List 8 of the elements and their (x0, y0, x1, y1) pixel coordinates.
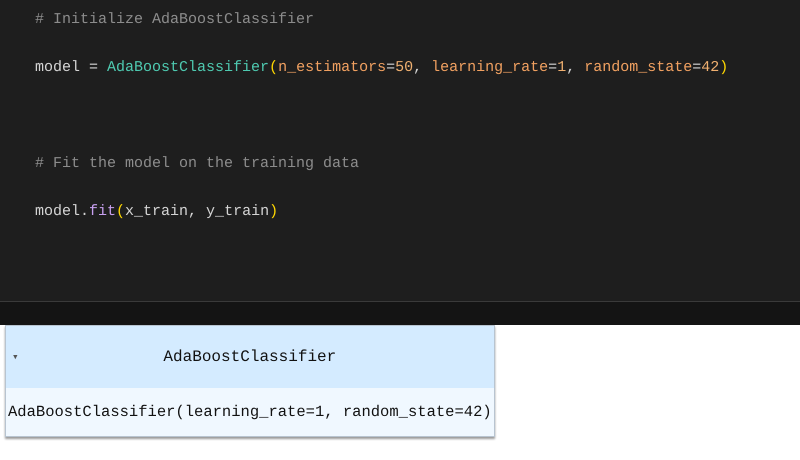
code-line: model = AdaBoostClassifier(n_estimators=50, learning_rate=1, random_state=42) (35, 59, 728, 76)
code-line: model.fit(x_train, y_train) (35, 203, 278, 220)
code-comment: # Initialize AdaBoostClassifier (35, 11, 314, 28)
estimator-repr: AdaBoostClassifier(learning_rate=1, random_state=42) (6, 388, 494, 436)
toggle-icon[interactable]: ▾ (12, 350, 24, 364)
code-comment: # Fit the model on the training data (35, 155, 360, 172)
estimator-header[interactable]: ▾ AdaBoostClassifier (6, 326, 494, 388)
estimator-title: AdaBoostClassifier (162, 348, 338, 366)
